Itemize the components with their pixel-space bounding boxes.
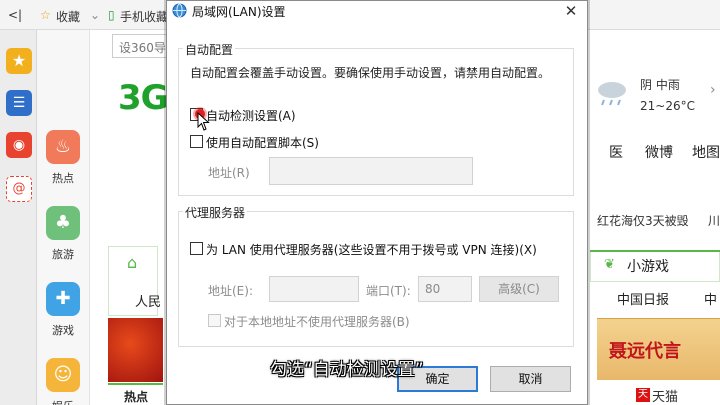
category-travel[interactable]: ♣ 旅游 bbox=[45, 206, 81, 262]
leaf-icon: ❦ bbox=[604, 257, 615, 272]
flame-icon: ♨ bbox=[46, 130, 80, 164]
use-script-checkbox[interactable] bbox=[190, 135, 203, 148]
phone-icon: ▯ bbox=[108, 8, 115, 22]
auto-detect-label[interactable]: 自动检测设置(A) bbox=[206, 107, 296, 124]
chevron-down-icon[interactable]: ⌄ bbox=[90, 8, 100, 22]
smiley-icon: ☺ bbox=[46, 358, 80, 392]
site-logo: 3G bbox=[118, 78, 169, 118]
weather-temperature: 21~26°C bbox=[640, 99, 695, 113]
link-china-daily[interactable]: 中国日报 bbox=[617, 289, 669, 308]
proxy-port-label: 端口(T): bbox=[366, 284, 411, 298]
nav-link-map[interactable]: 地图 bbox=[692, 142, 720, 162]
proxy-address-label: 地址(E): bbox=[208, 284, 253, 298]
star-icon: ☆ bbox=[40, 8, 51, 22]
weather-condition: 阴 中雨 bbox=[640, 78, 680, 92]
nav-link-medical[interactable]: 医 bbox=[609, 142, 623, 162]
advanced-button[interactable]: 高级(C) bbox=[479, 276, 559, 302]
network-globe-icon bbox=[172, 3, 187, 18]
promo-image[interactable] bbox=[108, 318, 163, 382]
bypass-local-label[interactable]: 对于本地地址不使用代理服务器(B) bbox=[224, 313, 410, 330]
gamepad-icon: ✚ bbox=[46, 282, 80, 316]
bypass-local-checkbox[interactable] bbox=[208, 314, 221, 327]
category-sidebar: ♨ 热点 ♣ 旅游 ✚ 游戏 ☺ 娱乐 bbox=[37, 30, 90, 405]
use-script-label[interactable]: 使用自动配置脚本(S) bbox=[206, 134, 319, 151]
auto-config-note: 自动配置会覆盖手动设置。要确保使用手动设置，请禁用自动配置。 bbox=[190, 66, 551, 80]
link-tmall[interactable]: 天猫 bbox=[652, 386, 678, 405]
tutorial-caption: 勾选“自动检测设置” bbox=[270, 360, 424, 380]
nav-link-weibo[interactable]: 微博 bbox=[645, 142, 673, 162]
close-icon[interactable]: ✕ bbox=[558, 0, 584, 22]
favorites-button[interactable]: 收藏 bbox=[56, 8, 80, 25]
use-proxy-checkbox[interactable] bbox=[190, 242, 203, 255]
left-card: ⌂ 人民 bbox=[108, 246, 161, 316]
favorites-star-icon[interactable]: ★ bbox=[6, 48, 32, 74]
link-china-daily-2[interactable]: 中 bbox=[704, 289, 717, 308]
palm-tree-icon: ♣ bbox=[46, 206, 80, 240]
category-label: 旅游 bbox=[52, 248, 74, 261]
proxy-address-input[interactable] bbox=[269, 276, 359, 302]
app-sidebar: ★ ☰ ◉ @ bbox=[0, 30, 37, 405]
category-label: 游戏 bbox=[52, 324, 74, 337]
news-icon[interactable]: ☰ bbox=[6, 90, 32, 116]
rain-cloud-icon bbox=[598, 82, 626, 106]
games-tab-underline bbox=[590, 250, 720, 252]
proxy-group-title: 代理服务器 bbox=[183, 204, 248, 221]
tmall-icon: 天 bbox=[636, 388, 650, 402]
home-icon: ⌂ bbox=[127, 253, 138, 272]
dialog-title: 局域网(LAN)设置 bbox=[192, 5, 286, 19]
left-card-label[interactable]: 人民 bbox=[135, 291, 161, 310]
category-games[interactable]: ✚ 游戏 bbox=[45, 282, 81, 338]
news-headline[interactable]: 红花海仅3天被毁 bbox=[597, 212, 689, 229]
script-address-input[interactable] bbox=[269, 157, 473, 185]
mobile-favorites-button[interactable]: 手机收藏 bbox=[120, 8, 168, 25]
chevron-right-icon[interactable]: › bbox=[710, 82, 716, 98]
back-button[interactable]: <| bbox=[8, 8, 22, 22]
category-hot[interactable]: ♨ 热点 bbox=[45, 130, 81, 186]
mail-icon[interactable]: @ bbox=[6, 176, 32, 202]
cancel-button[interactable]: 取消 bbox=[490, 366, 571, 392]
ad-banner-text: 聂远代言 bbox=[609, 341, 681, 362]
proxy-port-input[interactable]: 80 bbox=[418, 276, 472, 302]
category-label: 热点 bbox=[52, 172, 74, 185]
weibo-icon[interactable]: ◉ bbox=[6, 132, 32, 158]
category-label: 娱乐 bbox=[45, 398, 81, 405]
mouse-cursor-icon bbox=[197, 112, 210, 131]
news-headline-2[interactable]: 川 bbox=[708, 212, 720, 229]
ad-banner[interactable]: 聂远代言 bbox=[597, 318, 720, 380]
category-entertainment[interactable]: ☺ 娱乐 bbox=[45, 358, 81, 405]
auto-config-title: 自动配置 bbox=[183, 41, 236, 58]
tab-mini-games[interactable]: 小游戏 bbox=[627, 256, 669, 276]
tab-hot[interactable]: 热点 bbox=[108, 383, 163, 405]
use-proxy-label[interactable]: 为 LAN 使用代理服务器(这些设置不用于拨号或 VPN 连接)(X) bbox=[206, 241, 537, 258]
script-address-label: 地址(R) bbox=[208, 166, 250, 180]
